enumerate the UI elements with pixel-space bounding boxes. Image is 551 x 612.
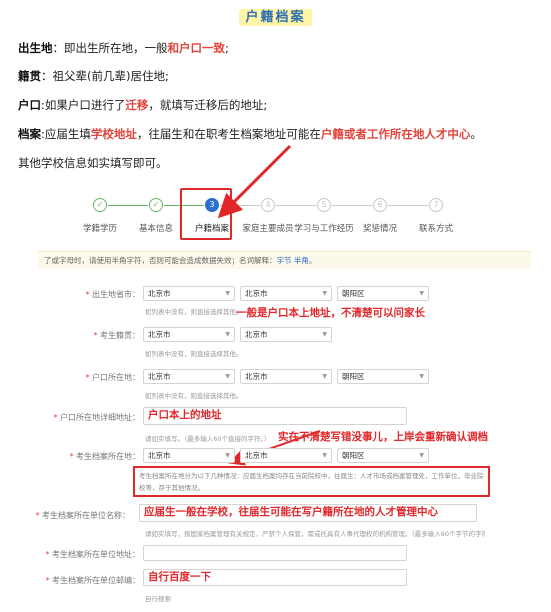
step-label: 家庭主要成员: [242, 224, 294, 234]
birthplace-province-select[interactable]: 北京市 ▼: [143, 286, 235, 301]
notice-text: 了或字母时，请使用半角字符，否则可能会造成数据失效；名词解释：: [44, 256, 277, 265]
archive-addr-label: * 考生档案所在单位地址：: [45, 550, 140, 559]
notice-link-byte[interactable]: 字节: [277, 256, 292, 265]
native-province-select[interactable]: 北京市 ▼: [143, 327, 235, 342]
archive-unit-label: * 考生档案所在单位名称：: [35, 511, 130, 520]
native-label: * 考生籍贯：: [93, 331, 140, 340]
chevron-down-icon: ▼: [225, 373, 230, 380]
step-item[interactable]: ✓ 基本信息: [126, 198, 186, 234]
chevron-down-icon: ▼: [419, 452, 424, 459]
birthplace-label: * 出生地省市：: [85, 290, 140, 299]
step-label: 基本信息: [138, 224, 173, 234]
native-hint: 如列表中没有，则直接选择其他。: [145, 350, 243, 358]
chevron-down-icon: ▼: [419, 290, 424, 297]
step-item[interactable]: 5 学习与工作经历: [294, 198, 354, 234]
chevron-down-icon: ▼: [225, 331, 230, 338]
instruction-highlight: 户籍或者工作所在地人才中心: [320, 127, 471, 141]
step-item[interactable]: ✓ 学籍学历: [70, 198, 130, 234]
instruction-highlight: 学校地址: [90, 127, 137, 141]
instruction-line: 籍贯：祖父辈(前几辈)居住地;: [18, 68, 169, 84]
step-number: 7: [429, 198, 443, 212]
step-item[interactable]: 7 联系方式: [406, 198, 466, 234]
page-title-text: 户籍档案: [239, 9, 312, 26]
instruction-text: 其他学校信息如实填写即可。: [18, 156, 168, 170]
archive-label: * 考生档案所在地：: [69, 452, 140, 461]
hukou-province-select[interactable]: 北京市 ▼: [143, 369, 235, 384]
birthplace-district-select[interactable]: 朝阳区 ▼: [337, 286, 429, 301]
stepper: ✓ 学籍学历 ✓ 基本信息 3 户籍档案 4 家庭主要成员 5 学习与工作经历 6 奖惩情况 7 联系方式: [70, 198, 500, 238]
hukou-city-select[interactable]: 北京市 ▼: [240, 369, 332, 384]
step-item[interactable]: 4 家庭主要成员: [238, 198, 298, 234]
instruction-highlight: 迁移: [125, 98, 149, 112]
instruction-text: ：祖父辈(前几辈)居住地;: [41, 69, 169, 83]
chevron-down-icon: ▼: [419, 373, 424, 380]
hukou-district-select[interactable]: 朝阳区 ▼: [337, 369, 429, 384]
instruction-line: 户口:如果户口进行了迁移，就填写迁移后的地址;: [18, 97, 267, 113]
birthplace-hint: 如列表中没有，则直接选择其他。: [145, 308, 243, 316]
step-number: 4: [261, 198, 275, 212]
instruction-line: 档案:应届生填学校地址，往届生和在职考生档案地址可能在户籍或者工作所在地人才中心…: [18, 126, 482, 142]
archive-note: 考生档案所在地分为以下几种情况：应届生档案均存在当前院校中，往届生：人才市场或档…: [139, 472, 484, 492]
instruction-text: ，就填写迁移后的地址;: [148, 98, 268, 112]
chevron-down-icon: ▼: [322, 331, 327, 338]
hukou-hint: 如列表中没有，则直接选择其他。: [145, 392, 243, 400]
instruction-text: ，往届生和在职考生档案地址可能在: [136, 127, 321, 141]
step-number: 5: [317, 198, 331, 212]
step-label: 学籍学历: [82, 224, 117, 234]
archive-unit-input[interactable]: 应届生一般在学校，往届生可能在写户籍所在地的人才管理中心: [139, 504, 477, 522]
step-label: 奖惩情况: [362, 224, 397, 234]
archive-unit-hint: 请如实填写，按国家档案管理有关规定，严禁个人保管，需或托具有人事代理权的机构管理…: [145, 530, 485, 538]
instruction-text: ;: [225, 41, 229, 55]
step-item[interactable]: 6 奖惩情况: [350, 198, 410, 234]
instruction-text: :应届生填: [41, 127, 91, 141]
birthplace-city-select[interactable]: 北京市 ▼: [240, 286, 332, 301]
native-city-select[interactable]: 北京市 ▼: [240, 327, 332, 342]
page-title: 户籍档案: [0, 6, 551, 26]
archive-city-select[interactable]: 北京市 ▼: [240, 448, 332, 463]
archive-addr-input[interactable]: [143, 545, 407, 561]
chevron-down-icon: ▼: [225, 452, 230, 459]
instruction-text: ：即出生所在地，一般: [52, 41, 168, 55]
archive-zip-hint: 自行搜索: [145, 595, 171, 603]
highlight-box: [180, 188, 232, 240]
hukou-detail-input[interactable]: 户口本上的地址: [143, 407, 407, 425]
instruction-line: 出生地：即出生所在地，一般和户口一致;: [18, 40, 229, 56]
instruction-line: 其他学校信息如实填写即可。: [18, 155, 168, 171]
instruction-label: 出生地: [18, 41, 53, 55]
instruction-highlight: 和户口一致: [167, 41, 226, 55]
notice-end: 。: [308, 256, 317, 265]
hukou-label: * 户口所在地：: [85, 373, 140, 382]
instruction-label: 户口: [18, 98, 41, 112]
chevron-down-icon: ▼: [322, 290, 327, 297]
archive-note-box: 考生档案所在地分为以下几种情况：应届生档案均存在当前院校中，往届生：人才市场或档…: [133, 466, 490, 497]
hukou-detail-label: * 户口所在地详细地址：: [53, 413, 140, 422]
chevron-down-icon: ▼: [225, 290, 230, 297]
notice-bar: 了或字母时，请使用半角字符，否则可能会造成数据失效；名词解释：字节 半角。: [38, 251, 531, 269]
archive-annotation: 实在不清楚写错没事儿，上岸会重新确认调档: [278, 431, 488, 443]
chevron-down-icon: ▼: [322, 452, 327, 459]
instruction-text: :如果户口进行了: [41, 98, 126, 112]
birthplace-annotation: 一般是户口本上地址，不清楚可以问家长: [236, 307, 425, 319]
archive-zip-label: * 考生档案所在单位邮编：: [45, 576, 140, 585]
archive-district-select[interactable]: 朝阳区 ▼: [337, 448, 429, 463]
instruction-label: 籍贯: [18, 69, 41, 83]
archive-province-select[interactable]: 北京市 ▼: [143, 448, 235, 463]
chevron-down-icon: ▼: [322, 373, 327, 380]
check-icon: ✓: [149, 198, 163, 212]
step-number: 6: [373, 198, 387, 212]
archive-zip-input[interactable]: 自行百度一下: [143, 569, 407, 586]
step-label: 联系方式: [418, 224, 453, 234]
step-label: 学习与工作经历: [294, 224, 354, 234]
instruction-text: 。: [470, 127, 482, 141]
check-icon: ✓: [93, 198, 107, 212]
notice-link-halfwidth[interactable]: 半角: [294, 256, 309, 265]
instruction-label: 档案: [18, 127, 41, 141]
hukou-detail-hint: 请如实填写。（最多输入60个直接的字符。）: [145, 435, 271, 443]
